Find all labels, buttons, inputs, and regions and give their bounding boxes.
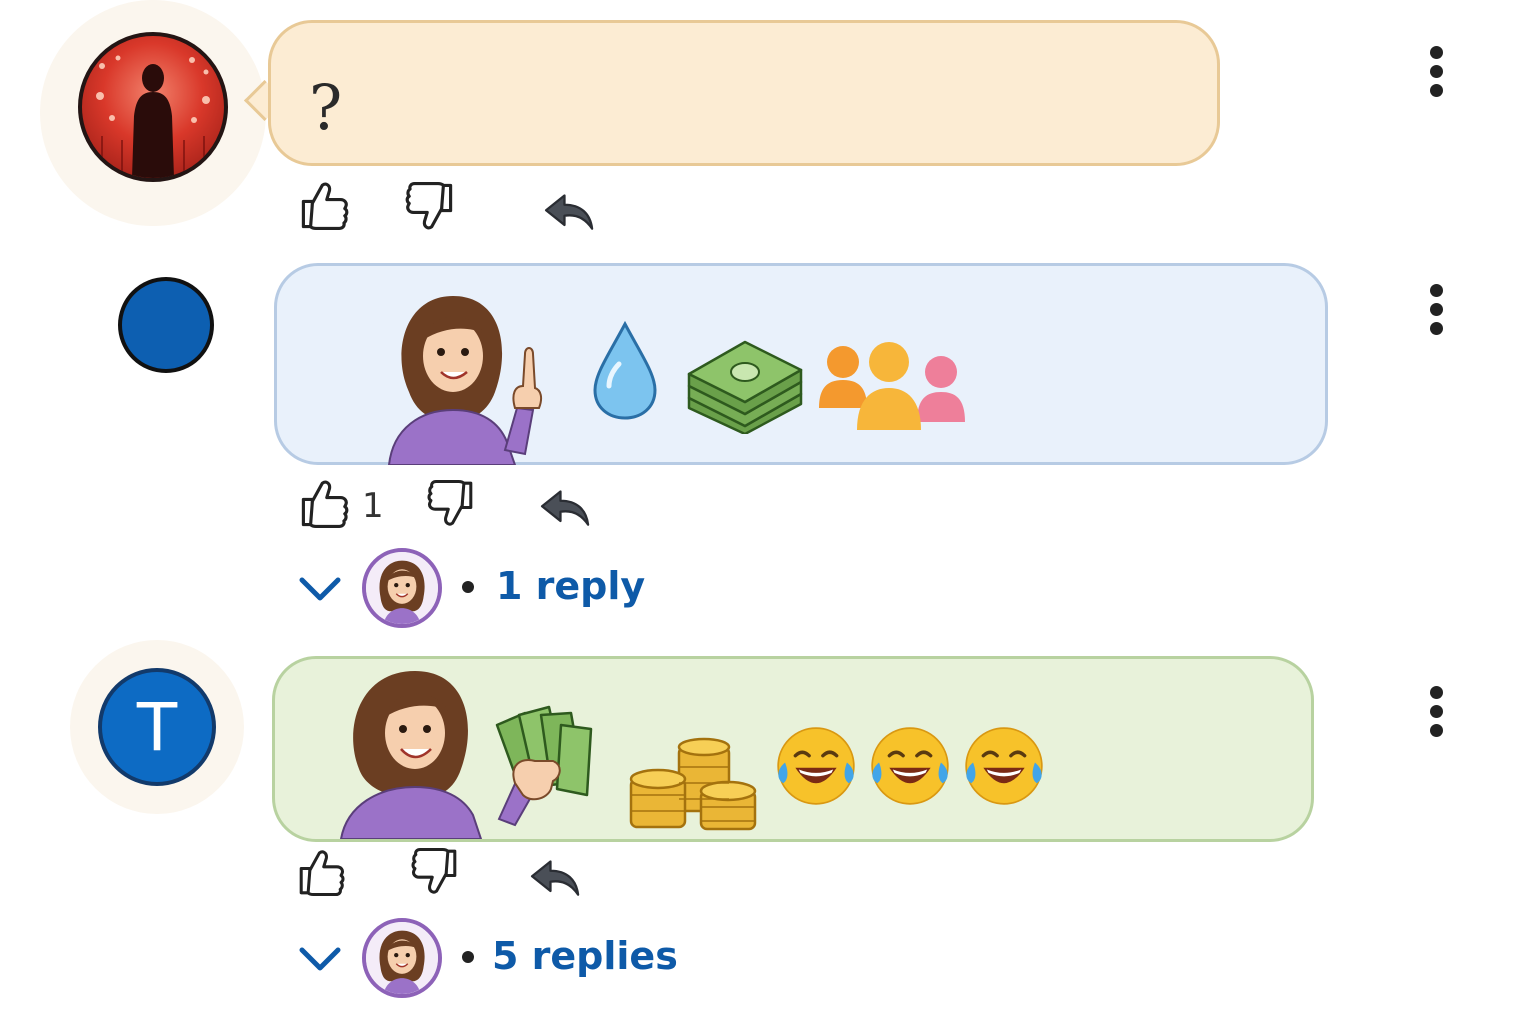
more-options-icon[interactable] <box>1426 46 1446 97</box>
laughing-emoji <box>961 723 1047 809</box>
woman-avatar-icon <box>366 922 438 994</box>
reply-avatar <box>362 548 442 628</box>
more-options-icon[interactable] <box>1426 284 1446 335</box>
chevron-down-icon[interactable] <box>298 574 342 604</box>
chevron-down-icon[interactable] <box>298 944 342 974</box>
silhouette-icon <box>96 55 210 178</box>
comment-bubble <box>274 263 1328 465</box>
view-replies-link[interactable]: 5 replies <box>492 934 678 978</box>
droplet-emoji <box>593 320 657 420</box>
separator-dot <box>462 951 474 963</box>
coin-stacks-emoji <box>629 737 757 831</box>
avatar-letter: T <box>136 689 178 766</box>
thumbs-up-icon[interactable] <box>298 476 352 530</box>
more-options-icon[interactable] <box>1426 686 1446 737</box>
woman-pointing-up-emoji <box>387 296 543 465</box>
comment-bubble <box>272 656 1314 842</box>
comment-bubble: ? <box>268 20 1220 166</box>
reply-icon[interactable] <box>542 190 598 236</box>
separator-dot <box>462 581 474 593</box>
money-stack-emoji <box>687 340 803 434</box>
people-group-emoji <box>819 342 965 430</box>
laughing-emoji <box>867 723 953 809</box>
thumbs-down-icon[interactable] <box>402 180 456 234</box>
like-count: 1 <box>362 486 384 526</box>
thumbs-down-icon[interactable] <box>408 846 460 898</box>
view-replies-link[interactable]: 1 reply <box>496 564 645 608</box>
thumbs-down-icon[interactable] <box>424 478 476 530</box>
woman-holding-cash-emoji <box>339 671 593 839</box>
woman-avatar-icon <box>366 552 438 624</box>
avatar[interactable] <box>78 32 228 182</box>
reply-icon[interactable] <box>538 486 594 532</box>
reply-avatar <box>362 918 442 998</box>
thumbs-up-icon[interactable] <box>296 846 348 898</box>
laughing-emoji <box>773 723 859 809</box>
comment-text: ? <box>309 71 343 144</box>
avatar[interactable] <box>118 277 214 373</box>
thumbs-up-icon[interactable] <box>298 178 352 232</box>
reply-icon[interactable] <box>528 856 584 902</box>
avatar[interactable]: T <box>98 668 216 786</box>
